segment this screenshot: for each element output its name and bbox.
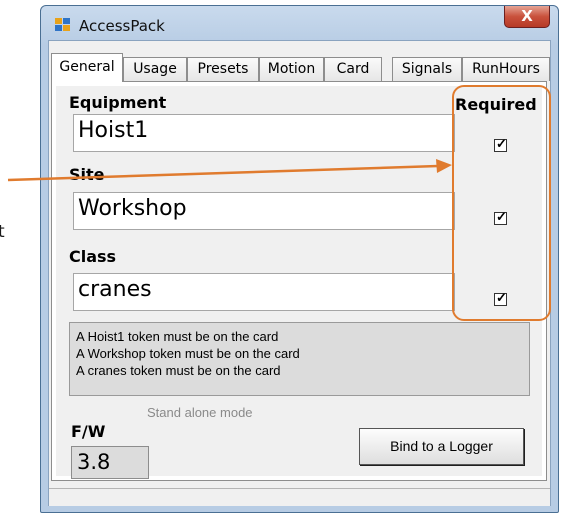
tab-general[interactable]: General — [51, 53, 123, 82]
